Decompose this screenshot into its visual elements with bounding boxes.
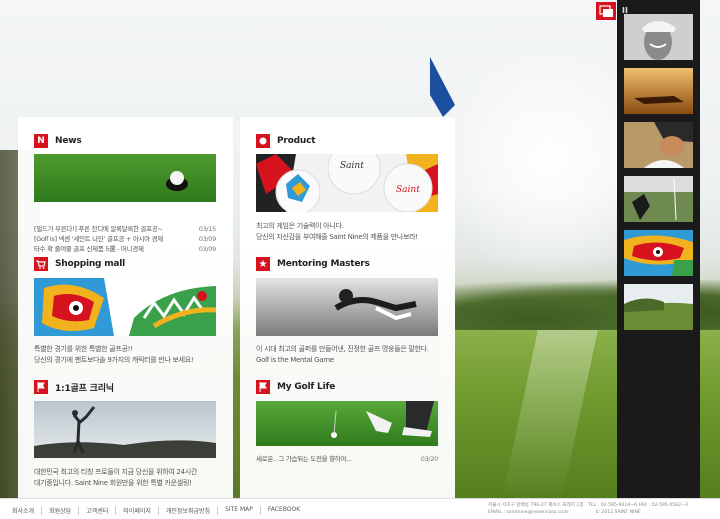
mentoring-image[interactable] bbox=[256, 278, 438, 336]
mygolf-image[interactable] bbox=[256, 401, 438, 446]
flag-icon bbox=[256, 380, 270, 394]
thumbnail-item[interactable] bbox=[624, 14, 693, 60]
footer-link-facebook[interactable]: FACEBOOK bbox=[261, 506, 307, 515]
footer-link-sitemap[interactable]: SITE MAP bbox=[218, 506, 261, 515]
mentoring-description: 이 시대 최고의 골퍼를 만들어낸, 진정한 골프 명웅들은 말한다. Golf… bbox=[256, 345, 429, 364]
product-title[interactable]: Product bbox=[277, 136, 316, 146]
news-list: [필드가 부른다!] 푸른 잔디에 알록달록한 골프공~ 03/15 [Golf … bbox=[34, 224, 216, 254]
flag-icon bbox=[429, 55, 455, 117]
mygolf-header[interactable]: My Golf Life bbox=[256, 379, 439, 395]
shopping-image[interactable] bbox=[34, 278, 216, 336]
lesson-description: 대한민국 최고의 티칭 프로들이 지금 당신을 위하여 24시간 대기중입니다.… bbox=[34, 468, 198, 487]
lesson-image[interactable] bbox=[34, 401, 216, 458]
news-title[interactable]: News bbox=[55, 136, 82, 146]
lesson-header[interactable]: 1:1골프 크리닉 bbox=[34, 379, 217, 395]
mygolf-list: 세로운.. 그 가슴뛰는 도전을 향하여... 03/20 bbox=[256, 454, 438, 464]
thumbnail-item[interactable] bbox=[624, 230, 693, 276]
flag-icon bbox=[34, 380, 48, 394]
mentoring-title[interactable]: Mentoring Masters bbox=[277, 259, 370, 269]
svg-text:Saint: Saint bbox=[340, 161, 364, 171]
mygolf-section: My Golf Life 세로운.. 그 가슴뛰는 도전을 향하여... 03/2… bbox=[256, 379, 439, 463]
product-section: Product Saint Saint 최고의 게임은 기술력이 아니다. 당신… bbox=[256, 133, 439, 241]
mygolf-title[interactable]: My Golf Life bbox=[277, 382, 335, 392]
footer-link-company[interactable]: 회사소개 bbox=[12, 506, 43, 515]
mentoring-header[interactable]: ★ Mentoring Masters bbox=[256, 256, 439, 272]
footer-link-membership[interactable]: 회원상담 bbox=[42, 506, 80, 515]
news-header[interactable]: N News bbox=[34, 133, 217, 149]
thumbnail-item[interactable] bbox=[624, 284, 693, 330]
footer-address: 서울시 서초구 방배동 796-27 제이스 프레지 1층 TEL : 02-5… bbox=[488, 503, 688, 515]
news-image[interactable] bbox=[34, 154, 216, 202]
list-item[interactable]: 세로운.. 그 가슴뛰는 도전을 향하여... 03/20 bbox=[256, 454, 438, 464]
shopping-title[interactable]: Shopping mall bbox=[55, 259, 125, 269]
lesson-title[interactable]: 1:1골프 크리닉 bbox=[55, 381, 114, 394]
product-description: 최고의 게임은 기술력이 아니다. 당신의 자신감을 부여해줄 Saint Ni… bbox=[256, 222, 418, 241]
list-item[interactable]: [Golf is] 넥센 ‘세인트 나인’ 골프공 + 아시아 경제 03/09 bbox=[34, 234, 216, 244]
footer-link-privacy[interactable]: 개인정보취급방침 bbox=[159, 506, 219, 515]
shopping-header[interactable]: Shopping mall bbox=[34, 256, 217, 272]
lesson-section: 1:1골프 크리닉 대한민국 최고의 티칭 프로들이 지금 당신을 위하여 24… bbox=[34, 379, 217, 487]
product-image[interactable]: Saint Saint bbox=[256, 154, 438, 212]
shopping-description: 특별한 경기를 위한 특별한 골프공!! 당신의 경기에 팬트보다솔 9가지의 … bbox=[34, 345, 194, 364]
golf-ball-icon bbox=[256, 134, 270, 148]
middle-panel: Product Saint Saint 최고의 게임은 기술력이 아니다. 당신… bbox=[240, 117, 455, 498]
thumbnail-strip: II bbox=[596, 0, 700, 498]
svg-text:Saint: Saint bbox=[396, 185, 420, 195]
list-item[interactable]: 타수 확 줄여줄 골프 신제품 5選 - 머니경제 03/09 bbox=[34, 244, 216, 254]
cart-icon bbox=[34, 257, 48, 271]
footer: 회사소개 회원상담 고객센터 마이페이지 개인정보취급방침 SITE MAP F… bbox=[0, 498, 720, 519]
shopping-section: Shopping mall 특별한 경기를 위한 특별한 골프공!! 당신의 경… bbox=[34, 256, 217, 364]
footer-nav: 회사소개 회원상담 고객센터 마이페이지 개인정보취급방침 SITE MAP F… bbox=[12, 506, 307, 515]
footer-link-mypage[interactable]: 마이페이지 bbox=[116, 506, 159, 515]
mentoring-section: ★ Mentoring Masters 이 시대 최고의 골퍼를 만들어낸, 진… bbox=[256, 256, 439, 364]
news-section: N News [필드가 부른다!] 푸른 잔디에 알록달록한 골프공~ 03/15… bbox=[34, 133, 217, 253]
gallery-icon[interactable] bbox=[596, 2, 616, 20]
news-icon: N bbox=[34, 134, 48, 148]
thumbnail-item[interactable] bbox=[624, 122, 693, 168]
left-panel: N News [필드가 부른다!] 푸른 잔디에 알록달록한 골프공~ 03/15… bbox=[18, 117, 233, 498]
star-icon: ★ bbox=[256, 257, 270, 271]
footer-link-customer-center[interactable]: 고객센터 bbox=[79, 506, 117, 515]
list-item[interactable]: [필드가 부른다!] 푸른 잔디에 알록달록한 골프공~ 03/15 bbox=[34, 224, 216, 234]
product-header[interactable]: Product bbox=[256, 133, 439, 149]
thumbnail-item[interactable] bbox=[624, 68, 693, 114]
thumbnail-item[interactable] bbox=[624, 176, 693, 222]
